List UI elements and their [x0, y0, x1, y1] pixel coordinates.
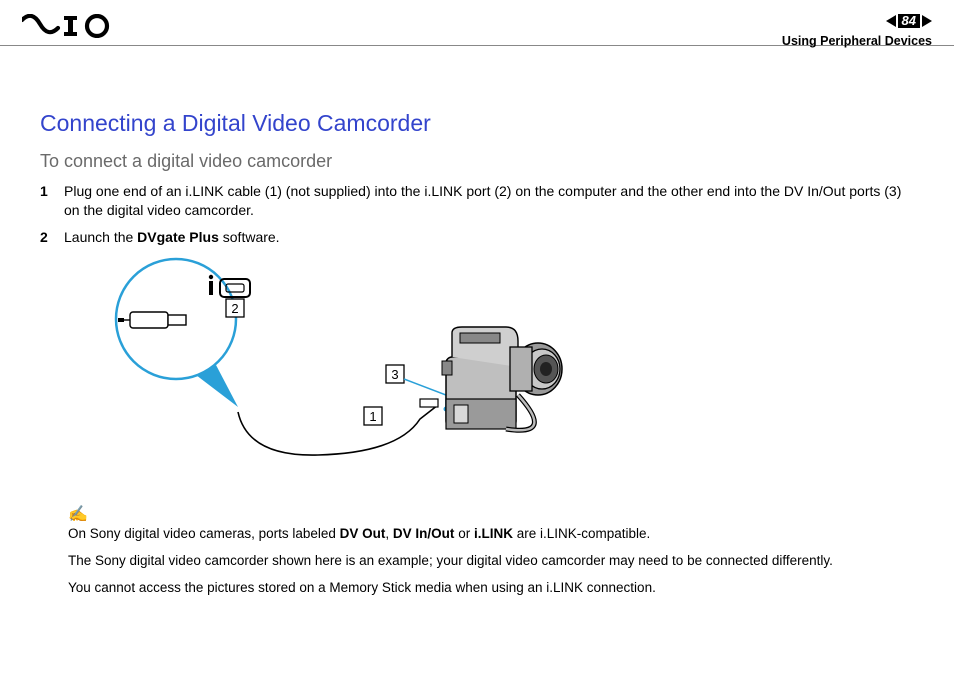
prev-page-icon[interactable]	[886, 15, 896, 27]
next-page-icon[interactable]	[922, 15, 932, 27]
vaio-logo	[22, 14, 114, 43]
page-title: Connecting a Digital Video Camcorder	[40, 110, 914, 137]
steps-list: 1 Plug one end of an i.LINK cable (1) (n…	[40, 182, 914, 247]
step-number: 1	[40, 182, 64, 201]
step-number: 2	[40, 228, 64, 247]
page-nav: 84	[886, 14, 932, 28]
svg-text:3: 3	[391, 367, 398, 382]
connection-diagram: 2 1 3	[68, 257, 914, 492]
note-icon: ✍	[68, 504, 914, 524]
page-number: 84	[898, 14, 920, 28]
svg-text:1: 1	[369, 409, 376, 424]
step-item: 1 Plug one end of an i.LINK cable (1) (n…	[40, 182, 914, 220]
note-line: On Sony digital video cameras, ports lab…	[68, 526, 914, 541]
page-subtitle: To connect a digital video camcorder	[40, 151, 914, 172]
step-text: Plug one end of an i.LINK cable (1) (not…	[64, 182, 914, 220]
note-line: The Sony digital video camcorder shown h…	[68, 553, 914, 568]
document-page: 84 Using Peripheral Devices Connecting a…	[0, 0, 954, 674]
step-item: 2 Launch the DVgate Plus software.	[40, 228, 914, 247]
svg-text:2: 2	[231, 301, 238, 316]
page-content: Connecting a Digital Video Camcorder To …	[40, 110, 914, 607]
step-text: Launch the DVgate Plus software.	[64, 228, 914, 247]
page-header: 84 Using Peripheral Devices	[0, 10, 954, 46]
section-name: Using Peripheral Devices	[782, 34, 932, 48]
notes-block: ✍ On Sony digital video cameras, ports l…	[68, 504, 914, 595]
note-line: You cannot access the pictures stored on…	[68, 580, 914, 595]
